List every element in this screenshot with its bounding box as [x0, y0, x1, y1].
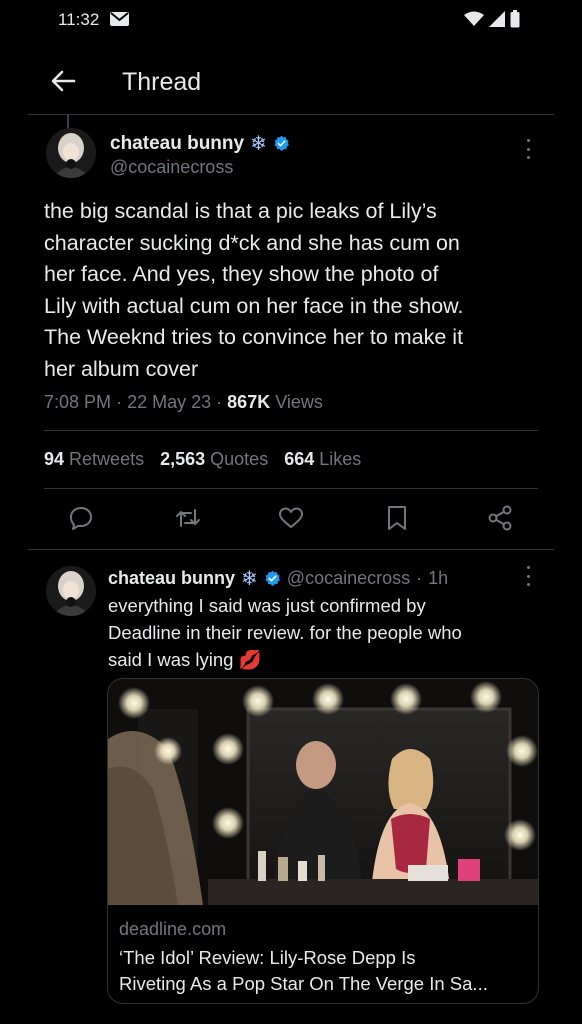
more-vertical-icon[interactable]	[525, 566, 531, 586]
card-title: ‘The Idol’ Review: Lily-Rose Depp Is Riv…	[119, 945, 529, 997]
meta-separator: ·	[216, 392, 223, 412]
reply-author-display-name[interactable]: chateau bunny	[108, 568, 235, 589]
tweet-text-line: Lily with actual cum on her face in the …	[44, 293, 464, 318]
battery-icon	[510, 10, 520, 28]
lips-emoji: 💋	[238, 649, 262, 670]
author-handle[interactable]: @cocainecross	[110, 157, 233, 178]
reply-icon[interactable]	[67, 504, 95, 532]
card-title-line: ‘The Idol’ Review: Lily-Rose Depp Is	[119, 947, 416, 968]
snowflake-icon: ❄	[250, 133, 267, 155]
stats-top-divider	[44, 430, 538, 431]
likes-stat[interactable]: 664 Likes	[284, 449, 361, 470]
verified-badge-icon	[274, 135, 289, 151]
reply-text-line: everything I said was just confirmed by	[108, 595, 426, 616]
tweet-text-line: her album cover	[44, 356, 199, 381]
tweet-actions	[56, 504, 526, 534]
tweet-text-line: her face. And yes, they show the photo o…	[44, 262, 439, 286]
tweet-divider	[28, 549, 554, 550]
verified-badge-icon	[265, 570, 280, 586]
card-image	[108, 679, 538, 905]
card-domain: deadline.com	[119, 919, 227, 939]
tweet-text-line: character sucking d*ck and she has cum o…	[44, 230, 460, 255]
card-title-line: Riveting As a Pop Star On The Verge In S…	[119, 973, 488, 994]
likes-label: Likes	[319, 449, 362, 469]
author-display-name[interactable]: chateau bunny	[110, 133, 244, 155]
tweet-text-line: The Weeknd tries to convince her to make…	[44, 325, 464, 349]
tweet-text: the big scandal is that a pic leaks of L…	[44, 196, 544, 385]
retweet-icon[interactable]	[174, 504, 202, 532]
quotes-count: 2,563	[160, 449, 206, 469]
tweet-date[interactable]: 22 May 23	[127, 392, 211, 412]
avatar[interactable]	[46, 566, 96, 616]
meta-separator: ·	[416, 568, 423, 588]
meta-separator: ·	[116, 392, 123, 412]
bookmark-icon[interactable]	[383, 504, 411, 532]
reply-text-line-last: said I was lying 💋	[108, 646, 528, 673]
reply-text: everything I said was just confirmed by …	[108, 592, 528, 673]
more-vertical-icon[interactable]	[525, 139, 531, 159]
thread-connector-line	[67, 115, 69, 129]
status-bar: 11:32	[0, 0, 582, 40]
reply-author-row[interactable]: chateau bunny ❄ @cocainecross · 1h	[108, 566, 448, 591]
retweets-label: Retweets	[69, 449, 145, 469]
reply-author-handle[interactable]: @cocainecross	[287, 568, 410, 589]
status-time: 11:32	[58, 10, 100, 29]
tweet-stats: 94 Retweets 2,563 Quotes 664 Likes	[44, 449, 361, 470]
views-count: 867K	[227, 392, 271, 412]
wifi-icon	[464, 11, 484, 26]
tweet-text-line: the big scandal is that a pic leaks of L…	[44, 199, 437, 223]
tweet-time[interactable]: 7:08 PM	[44, 392, 111, 412]
share-icon[interactable]	[486, 504, 514, 532]
heart-icon[interactable]	[277, 504, 305, 532]
thread-header: Thread	[0, 44, 582, 116]
status-icons	[464, 10, 520, 28]
signal-icon	[489, 11, 505, 27]
reply-age[interactable]: 1h	[428, 568, 448, 589]
views-label: Views	[275, 392, 323, 412]
arrow-left-icon[interactable]	[48, 66, 78, 96]
quotes-stat[interactable]: 2,563 Quotes	[160, 449, 268, 470]
reply-text-line: Deadline in their review. for the people…	[108, 622, 462, 643]
header-divider	[28, 114, 554, 115]
snowflake-icon: ❄	[241, 568, 258, 590]
avatar[interactable]	[46, 128, 96, 178]
stats-bottom-divider	[44, 488, 538, 489]
mail-notification-icon	[110, 12, 129, 26]
likes-count: 664	[284, 449, 315, 469]
retweets-count: 94	[44, 449, 65, 469]
link-preview-card[interactable]: deadline.com ‘The Idol’ Review: Lily-Ros…	[107, 678, 539, 1004]
page-title: Thread	[122, 68, 202, 96]
reply-text-line: said I was lying	[108, 649, 234, 670]
author-name-row[interactable]: chateau bunny ❄	[110, 131, 290, 156]
retweets-stat[interactable]: 94 Retweets	[44, 449, 144, 470]
quotes-label: Quotes	[210, 449, 269, 469]
tweet-meta: 7:08 PM · 22 May 23 · 867K Views	[44, 392, 323, 413]
